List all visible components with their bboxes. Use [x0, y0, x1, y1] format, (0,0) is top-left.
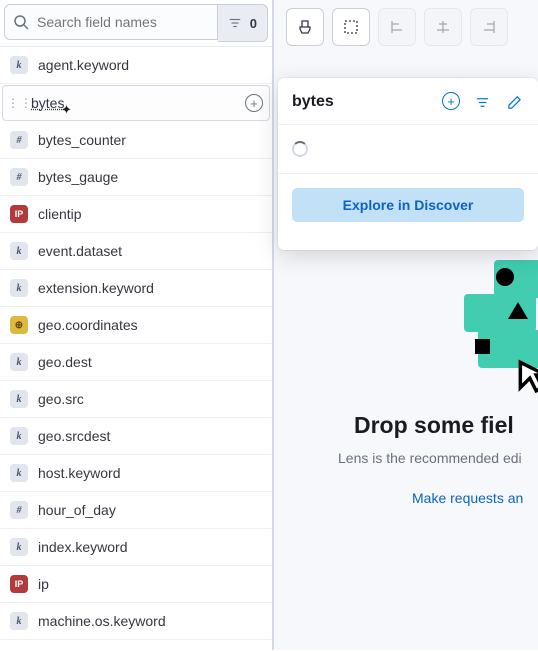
field-item[interactable]: k geo.src: [0, 381, 272, 418]
field-type-badge: k: [10, 612, 28, 630]
field-name-label: geo.srcdest: [38, 428, 110, 444]
field-name-label: host.keyword: [38, 465, 120, 481]
field-flyout: bytes + Explore in Discover: [278, 78, 538, 250]
field-name-label: agent.keyword: [38, 57, 129, 73]
toolbar: [274, 8, 538, 56]
field-item[interactable]: k event.dataset: [0, 233, 272, 270]
field-item[interactable]: ⋮⋮bytes✦+: [2, 85, 270, 121]
field-name-label: machine.os.keyword: [38, 613, 166, 629]
field-type-badge: k: [10, 390, 28, 408]
flyout-title: bytes: [292, 93, 442, 111]
field-list: k agent.keyword ⋮⋮bytes✦+ # bytes_counter # by…: [0, 47, 272, 651]
field-list-panel: 0 kagent.keyword⋮⋮bytes✦+#bytes_counter#…: [0, 0, 273, 650]
field-item[interactable]: k machine.os.keyword: [0, 603, 272, 640]
field-item[interactable]: k extension.keyword: [0, 270, 272, 307]
field-type-badge: IP: [10, 575, 28, 593]
flyout-add-button[interactable]: +: [442, 92, 460, 110]
field-type-badge: k: [10, 279, 28, 297]
field-name-label: geo.src: [38, 391, 84, 407]
field-type-badge: k: [10, 464, 28, 482]
field-type-badge: #: [10, 131, 28, 149]
field-type-badge: ⊕: [10, 316, 28, 334]
field-name-label: bytes: [31, 95, 64, 111]
drag-handle-icon[interactable]: ⋮⋮: [7, 96, 33, 110]
field-name-label: bytes_counter: [38, 132, 126, 148]
search-input[interactable]: [37, 14, 209, 30]
flyout-header: bytes +: [278, 78, 538, 125]
field-type-badge: #: [10, 501, 28, 519]
search-row: 0: [0, 0, 272, 47]
field-type-badge: k: [10, 353, 28, 371]
brush-icon: [297, 19, 313, 35]
flyout-body: [278, 125, 538, 174]
filter-icon: [475, 95, 490, 110]
field-item[interactable]: # hour_of_day: [0, 492, 272, 529]
field-item[interactable]: k agent.keyword: [0, 47, 272, 84]
align-center-icon: [435, 19, 451, 35]
search-icon: [13, 14, 29, 30]
field-name-label: event.dataset: [38, 243, 122, 259]
dropzone-graphic: [452, 258, 538, 390]
align-right-button: [470, 8, 508, 46]
filter-icon: [228, 16, 242, 30]
filter-count-badge: 0: [250, 16, 257, 31]
field-name-label: bytes_gauge: [38, 169, 118, 185]
field-item[interactable]: # bytes_gauge: [0, 159, 272, 196]
add-field-button[interactable]: +: [245, 94, 263, 112]
field-type-badge: k: [10, 56, 28, 74]
dropzone-subtitle: Lens is the recommended edi: [338, 450, 538, 466]
dropzone-link[interactable]: Make requests an: [412, 490, 523, 506]
field-name-label: hour_of_day: [38, 502, 116, 518]
search-box[interactable]: [4, 4, 218, 40]
field-type-badge: k: [10, 427, 28, 445]
flyout-edit-button[interactable]: [504, 92, 524, 112]
filter-count-button[interactable]: 0: [218, 4, 268, 42]
pencil-icon: [507, 95, 522, 110]
loading-spinner: [292, 141, 308, 157]
brush-button[interactable]: [286, 8, 324, 46]
field-item[interactable]: k geo.srcdest: [0, 418, 272, 455]
field-name-label: geo.coordinates: [38, 317, 138, 333]
select-button[interactable]: [332, 8, 370, 46]
field-item[interactable]: k geo.dest: [0, 344, 272, 381]
select-icon: [343, 19, 359, 35]
align-left-icon: [389, 19, 405, 35]
field-item[interactable]: ⊕ geo.coordinates: [0, 307, 272, 344]
field-item[interactable]: IP ip: [0, 566, 272, 603]
align-center-button: [424, 8, 462, 46]
flyout-actions: +: [442, 92, 524, 112]
field-name-label: index.keyword: [38, 539, 128, 555]
field-type-badge: IP: [10, 205, 28, 223]
field-name-label: ip: [38, 576, 49, 592]
flyout-filter-button[interactable]: [472, 92, 492, 112]
field-item[interactable]: IP clientip: [0, 196, 272, 233]
field-item[interactable]: k host.keyword: [0, 455, 272, 492]
field-type-badge: #: [10, 168, 28, 186]
field-type-badge: k: [10, 538, 28, 556]
align-left-button: [378, 8, 416, 46]
align-right-icon: [481, 19, 497, 35]
dropzone-title: Drop some fiel: [354, 412, 538, 439]
explore-button[interactable]: Explore in Discover: [292, 188, 524, 222]
field-item[interactable]: k index.keyword: [0, 529, 272, 566]
cursor-arrow-icon: [514, 356, 538, 394]
field-name-label: geo.dest: [38, 354, 92, 370]
field-item[interactable]: # bytes_counter: [0, 122, 272, 159]
field-type-badge: k: [10, 242, 28, 260]
dropzone[interactable]: Drop some fiel Lens is the recommended e…: [294, 258, 538, 650]
field-name-label: clientip: [38, 206, 82, 222]
flyout-footer: Explore in Discover: [278, 174, 538, 236]
field-name-label: extension.keyword: [38, 280, 154, 296]
